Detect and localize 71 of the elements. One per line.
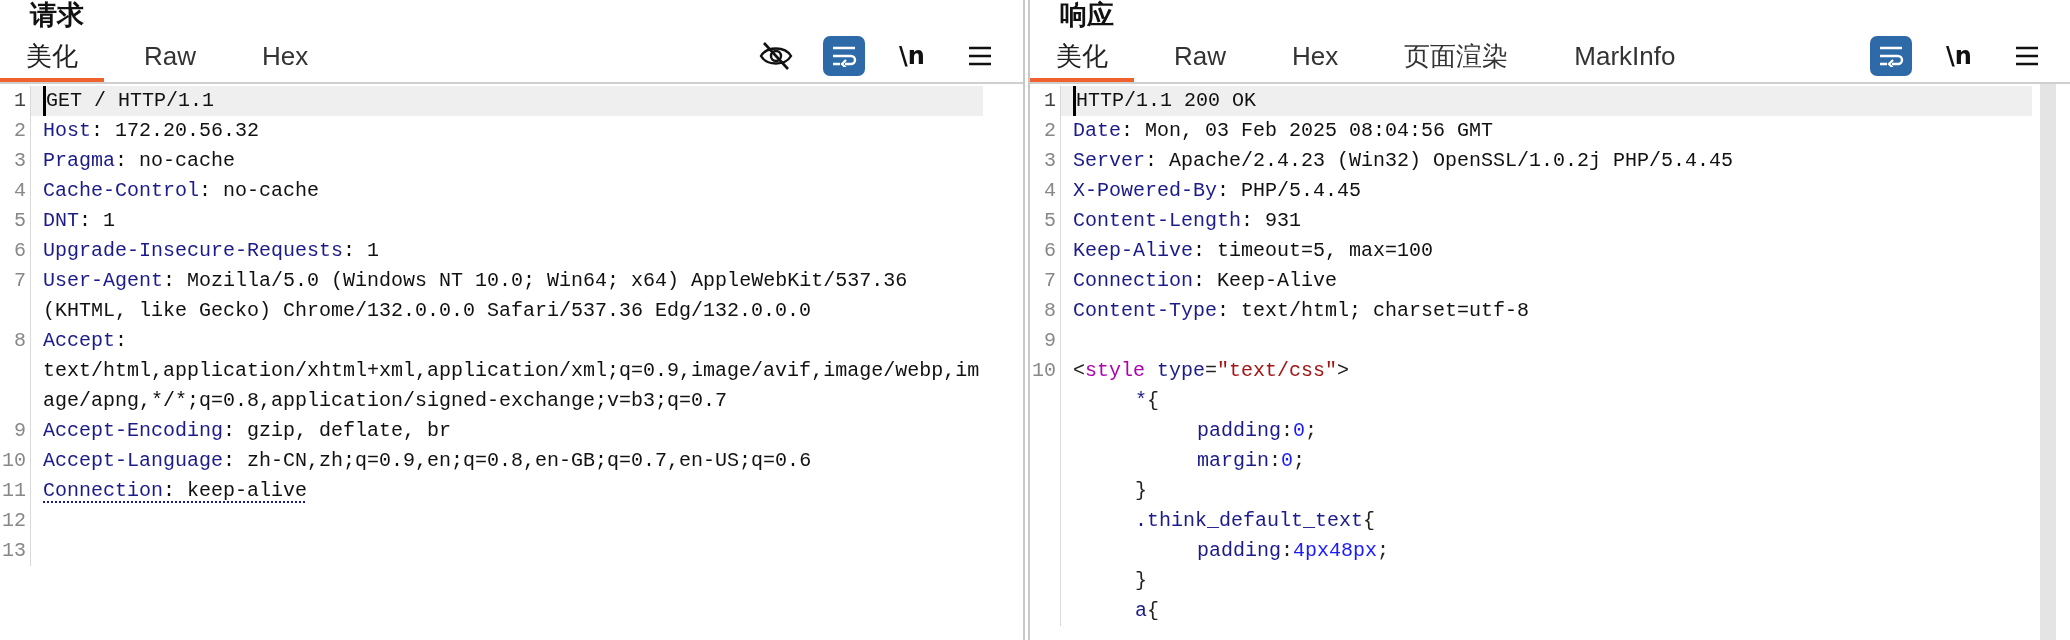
line-number: 5 xyxy=(1044,209,1056,232)
code-line: margin:0; xyxy=(1197,448,1306,474)
code-line: HTTP/1.1 200 OK xyxy=(1073,86,1257,116)
code-line: Keep-Alive: timeout=5, max=100 xyxy=(1073,238,1434,264)
code-line: } xyxy=(1135,478,1147,504)
wrap-toggle[interactable] xyxy=(823,36,865,76)
code-line: padding:4px48px; xyxy=(1197,538,1390,564)
newline-toggle[interactable]: \n xyxy=(1938,36,1980,76)
code-line: GET / HTTP/1.1 xyxy=(43,86,215,116)
line-number: 8 xyxy=(1044,299,1056,322)
line-number: 4 xyxy=(1044,179,1056,202)
code-line: Connection: keep-alive xyxy=(43,478,308,504)
line-number: 3 xyxy=(14,149,26,172)
line-number: 6 xyxy=(1044,239,1056,262)
menu-icon[interactable] xyxy=(2015,45,2039,67)
wrap-icon xyxy=(831,45,857,67)
code-line: User-Agent: Mozilla/5.0 (Windows NT 10.0; Win64; x64) AppleWebKit/537.36 (KHTML, like Gecko) Chrome/132.0.0.0 Safari/537.36 Edg/132.0.0.0 xyxy=(43,268,909,324)
code-line: Pragma: no-cache xyxy=(43,148,236,174)
tab[interactable]: Raw xyxy=(1148,30,1252,82)
tab[interactable]: Raw xyxy=(118,30,222,82)
code-line: a{ xyxy=(1135,598,1160,624)
code-line: padding:0; xyxy=(1197,418,1318,444)
scrollbar[interactable] xyxy=(2040,84,2056,640)
line-number: 10 xyxy=(2,449,26,472)
code-line: *{ xyxy=(1135,388,1160,414)
tab[interactable]: 页面渲染 xyxy=(1378,30,1535,82)
line-number: 8 xyxy=(14,329,26,352)
menu-icon[interactable] xyxy=(968,45,992,67)
wrap-toggle[interactable] xyxy=(1870,36,1912,76)
panel-title: 请求 xyxy=(28,0,85,30)
line-number: 13 xyxy=(2,539,26,562)
line-number: 2 xyxy=(1044,119,1056,142)
code-line: Accept-Language: zh-CN,zh;q=0.9,en;q=0.8,en-GB;q=0.7,en-US;q=0.6 xyxy=(43,448,812,474)
code-line: Upgrade-Insecure-Requests: 1 xyxy=(43,238,380,264)
code-line: .think_default_text{ xyxy=(1135,508,1376,534)
tab[interactable]: MarkInfo xyxy=(1548,30,1702,82)
line-number: 1 xyxy=(1044,89,1056,112)
line-number: 3 xyxy=(1044,149,1056,172)
line-number: 4 xyxy=(14,179,26,202)
code-line: Server: Apache/2.4.23 (Win32) OpenSSL/1.0.2j PHP/5.4.45 xyxy=(1073,148,1734,174)
code-line: Date: Mon, 03 Feb 2025 08:04:56 GMT xyxy=(1073,118,1494,144)
line-number: 9 xyxy=(14,419,26,442)
code-line: Cache-Control: no-cache xyxy=(43,178,320,204)
panel-title: 响应 xyxy=(1059,0,1115,30)
newline-toggle[interactable]: \n xyxy=(891,36,933,76)
tab[interactable]: 美化 xyxy=(1030,30,1134,82)
code-line: X-Powered-By: PHP/5.4.45 xyxy=(1073,178,1362,204)
code-line: } xyxy=(1135,568,1147,594)
line-number: 11 xyxy=(2,479,26,502)
line-number: 9 xyxy=(1044,329,1056,352)
line-number: 2 xyxy=(14,119,26,142)
eye-off-icon[interactable] xyxy=(759,41,793,71)
code-line: Content-Type: text/html; charset=utf-8 xyxy=(1073,298,1530,324)
code-line: DNT: 1 xyxy=(43,208,116,234)
code-line: Accept-Encoding: gzip, deflate, br xyxy=(43,418,452,444)
code-line: Content-Length: 931 xyxy=(1073,208,1302,234)
line-number: 1 xyxy=(14,89,26,112)
code-line: Host: 172.20.56.32 xyxy=(43,118,260,144)
tab[interactable]: 美化 xyxy=(0,30,104,82)
line-number: 6 xyxy=(14,239,26,262)
tab[interactable]: Hex xyxy=(236,30,335,82)
line-number: 5 xyxy=(14,209,26,232)
wrap-icon xyxy=(1878,45,1904,67)
code-line: Accept: text/html,application/xhtml+xml,application/xml;q=0.9,image/avif,image/webp,image/apng,*/*;q=0.8,application/signed-exchange;v=b3;q=0.7 xyxy=(43,328,981,414)
tab[interactable]: Hex xyxy=(1266,30,1365,82)
line-number: 7 xyxy=(14,269,26,292)
line-number: 12 xyxy=(2,509,26,532)
line-number: 7 xyxy=(1044,269,1056,292)
code-line: <style type="text/css"> xyxy=(1073,358,1350,384)
code-line: Connection: Keep-Alive xyxy=(1073,268,1338,294)
line-number: 10 xyxy=(1032,359,1056,382)
